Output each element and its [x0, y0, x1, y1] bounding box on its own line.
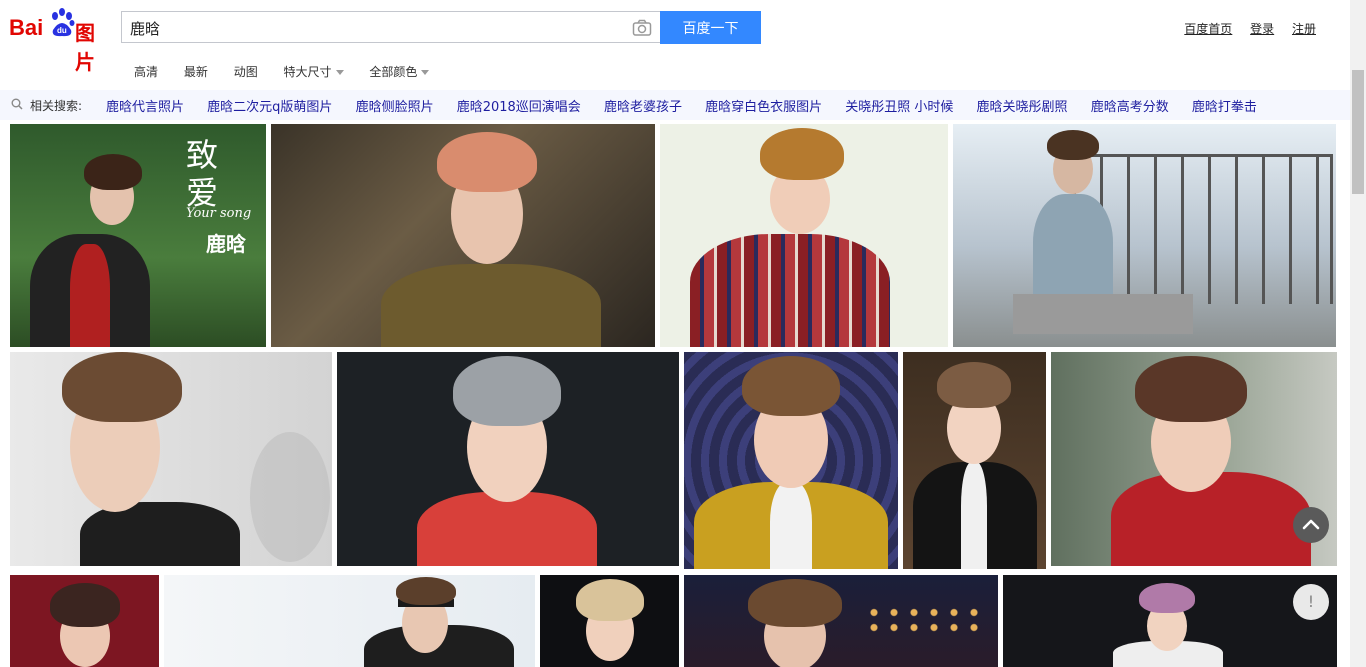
- chevron-up-icon: [1302, 519, 1320, 530]
- baidu-home-link[interactable]: 百度首页: [1184, 22, 1232, 36]
- paw-icon: du: [52, 8, 75, 37]
- image-thumbnail[interactable]: [903, 352, 1046, 569]
- search-button[interactable]: 百度一下: [660, 11, 761, 44]
- logo-bai-text: Bai: [9, 15, 44, 40]
- related-item[interactable]: 鹿晗老婆孩子: [604, 100, 682, 115]
- top-links: 百度首页 登录 注册: [1170, 20, 1316, 37]
- scrollbar-thumb[interactable]: [1352, 70, 1364, 194]
- filter-animated[interactable]: 动图: [234, 63, 258, 80]
- filter-hd[interactable]: 高清: [134, 63, 158, 80]
- image-thumbnail[interactable]: [540, 575, 679, 667]
- image-thumbnail[interactable]: [271, 124, 655, 347]
- header-bar: Bai du 图片 百度一下 百度首页 登录 注册: [0, 0, 1350, 74]
- image-thumbnail[interactable]: [660, 124, 948, 347]
- artist-name: 鹿晗: [206, 232, 246, 256]
- related-item[interactable]: 鹿晗穿白色衣服图片: [705, 100, 822, 115]
- search-icon: [11, 98, 23, 110]
- related-item[interactable]: 鹿晗关晓彤剧照: [977, 100, 1068, 115]
- filter-size-label: 特大尺寸: [283, 65, 332, 79]
- related-items: 鹿晗代言照片 鹿晗二次元q版萌图片 鹿晗侧脸照片 鹿晗2018巡回演唱会 鹿晗老…: [106, 96, 1276, 115]
- image-thumbnail[interactable]: 致爱 Your song 鹿晗: [10, 124, 266, 347]
- related-item[interactable]: 鹿晗2018巡回演唱会: [457, 100, 581, 115]
- related-item[interactable]: 鹿晗高考分数: [1091, 100, 1169, 115]
- related-item[interactable]: 关晓彤丑照 小时候: [845, 100, 953, 115]
- feedback-button[interactable]: !: [1293, 584, 1329, 620]
- image-thumbnail[interactable]: [684, 575, 998, 667]
- song-title: 致爱: [186, 136, 219, 212]
- related-item[interactable]: 鹿晗打拳击: [1192, 100, 1257, 115]
- scrollbar[interactable]: [1350, 0, 1366, 667]
- baidu-images-logo[interactable]: Bai du 图片: [9, 6, 113, 74]
- related-item[interactable]: 鹿晗二次元q版萌图片: [207, 100, 332, 115]
- image-thumbnail[interactable]: [164, 575, 535, 667]
- image-thumbnail[interactable]: [953, 124, 1336, 347]
- back-to-top-button[interactable]: [1293, 507, 1329, 543]
- related-item[interactable]: 鹿晗侧脸照片: [356, 100, 434, 115]
- image-thumbnail[interactable]: [10, 352, 332, 566]
- register-link[interactable]: 注册: [1292, 22, 1316, 36]
- song-subtitle: Your song: [186, 206, 252, 221]
- filter-color-label: 全部颜色: [369, 65, 418, 79]
- svg-text:du: du: [57, 26, 67, 35]
- filter-bar: 高清 最新 动图 特大尺寸 全部颜色: [134, 63, 451, 80]
- filter-color[interactable]: 全部颜色: [369, 63, 430, 80]
- image-thumbnail[interactable]: [337, 352, 679, 566]
- logo-images-text: 图片: [75, 23, 95, 74]
- search-box[interactable]: [121, 11, 660, 43]
- image-thumbnail[interactable]: [1003, 575, 1337, 667]
- related-item[interactable]: 鹿晗代言照片: [106, 100, 184, 115]
- chevron-down-icon: [421, 70, 430, 75]
- filter-latest[interactable]: 最新: [184, 63, 208, 80]
- chevron-down-icon: [335, 70, 344, 75]
- related-label: 相关搜索:: [30, 99, 83, 113]
- camera-icon[interactable]: [632, 19, 652, 37]
- login-link[interactable]: 登录: [1250, 22, 1274, 36]
- related-searches: 相关搜索: 鹿晗代言照片 鹿晗二次元q版萌图片 鹿晗侧脸照片 鹿晗2018巡回演…: [0, 90, 1350, 120]
- search-input[interactable]: [130, 18, 610, 38]
- filter-size[interactable]: 特大尺寸: [284, 63, 344, 80]
- image-thumbnail[interactable]: [10, 575, 159, 667]
- image-thumbnail[interactable]: [684, 352, 898, 569]
